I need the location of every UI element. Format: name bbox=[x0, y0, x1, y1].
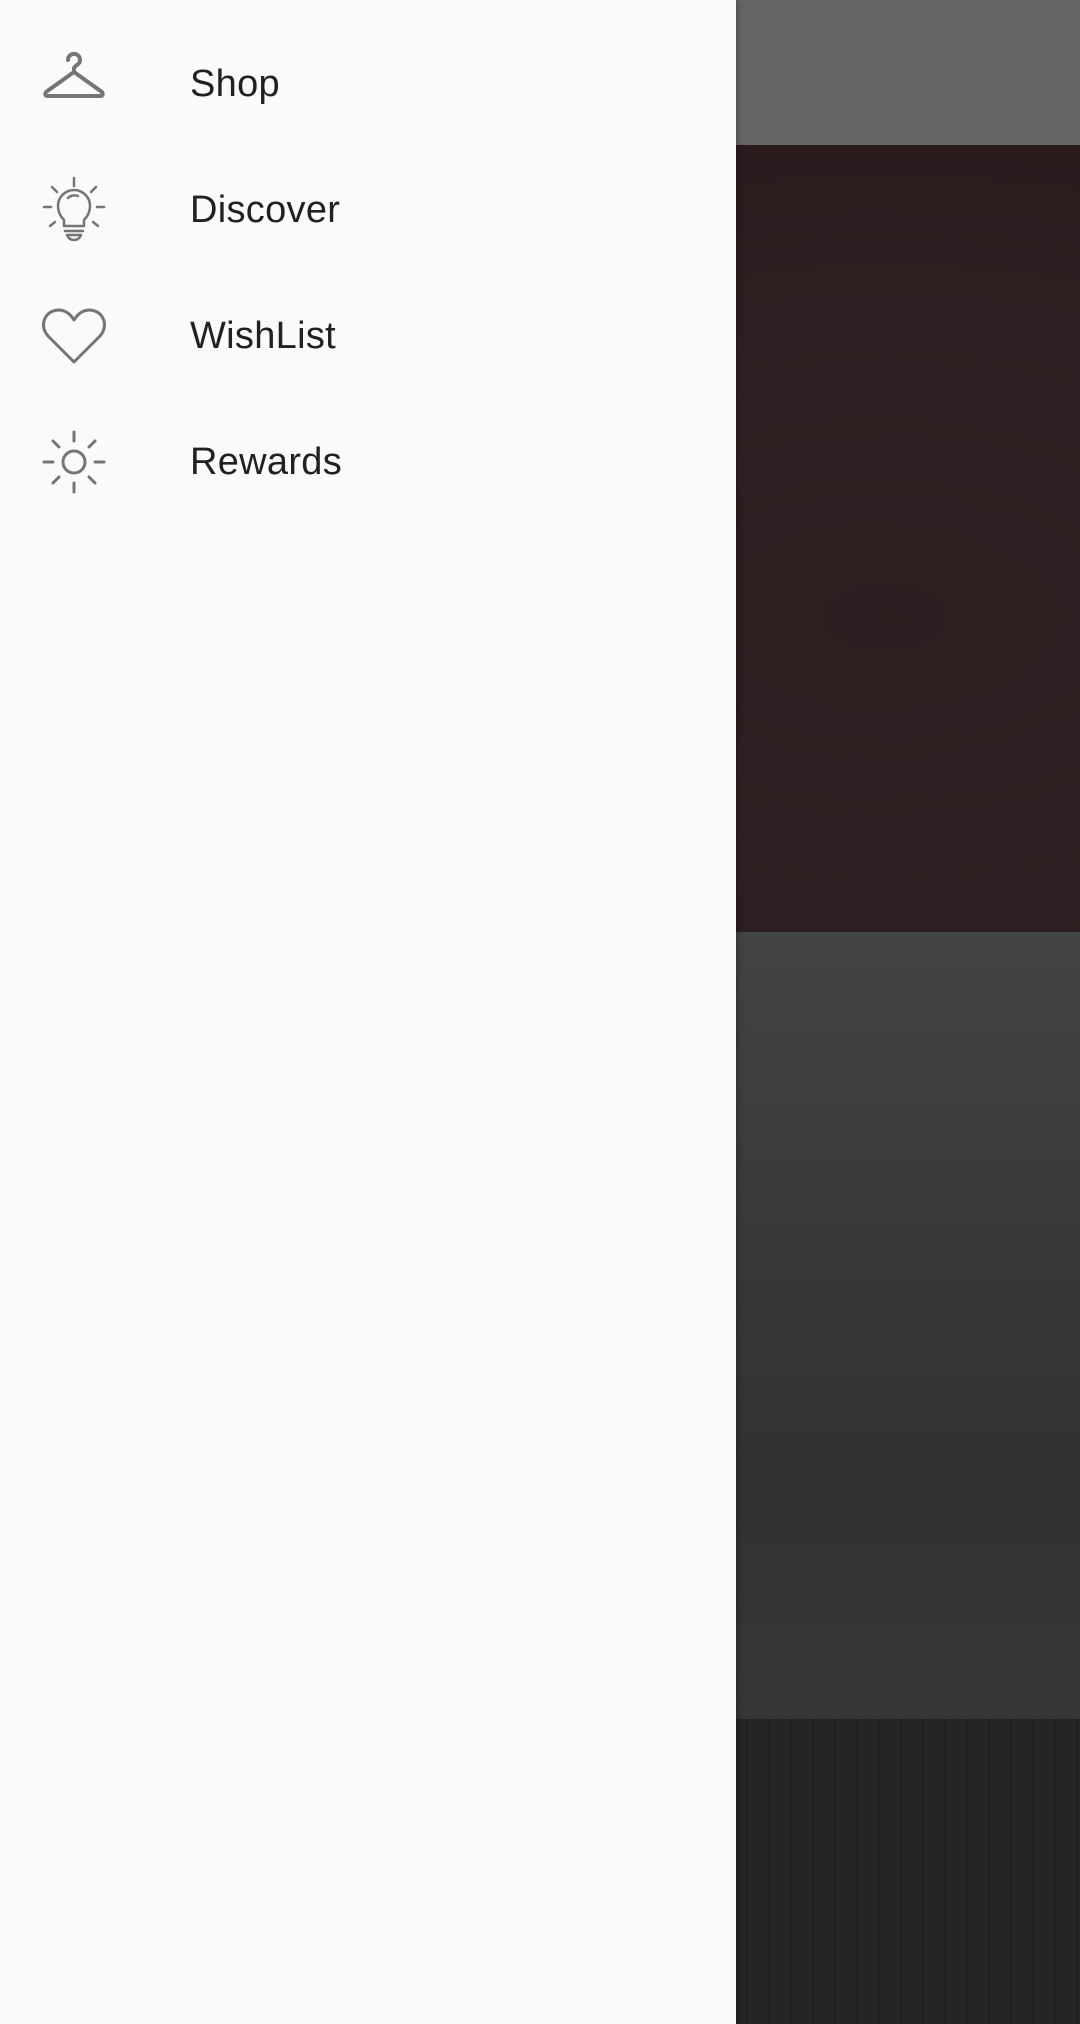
drawer-item-label: Shop bbox=[190, 62, 280, 105]
app-screen: Shop Discover WishList Rewards bbox=[0, 0, 1080, 2024]
drawer-item-label: Rewards bbox=[190, 440, 343, 483]
drawer-item-shop[interactable]: Shop bbox=[0, 21, 736, 147]
drawer-item-discover[interactable]: Discover bbox=[0, 147, 736, 273]
lightbulb-icon bbox=[40, 176, 108, 244]
drawer-item-rewards[interactable]: Rewards bbox=[0, 399, 736, 525]
drawer-item-label: WishList bbox=[190, 314, 336, 357]
heart-icon bbox=[40, 302, 108, 370]
sun-icon bbox=[40, 428, 108, 496]
navigation-drawer: Shop Discover WishList Rewards bbox=[0, 0, 736, 2024]
drawer-item-wishlist[interactable]: WishList bbox=[0, 273, 736, 399]
hanger-icon bbox=[40, 50, 108, 118]
drawer-item-label: Discover bbox=[190, 188, 341, 231]
